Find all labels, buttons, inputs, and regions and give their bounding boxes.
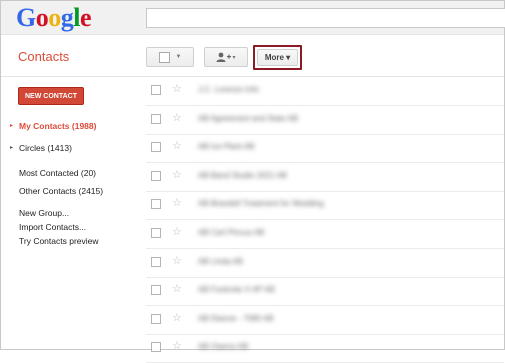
contact-row[interactable]: ☆ AB Brandell Treatment for Wedding bbox=[146, 191, 504, 221]
star-icon[interactable]: ☆ bbox=[172, 254, 182, 267]
contact-name[interactable]: AB Carl Pincus AB bbox=[198, 228, 264, 237]
contact-name[interactable]: AB Linda AB bbox=[198, 257, 243, 266]
row-checkbox[interactable] bbox=[151, 85, 161, 95]
row-checkbox[interactable] bbox=[151, 228, 161, 238]
expand-triangle-icon[interactable]: ▸ bbox=[10, 122, 13, 129]
row-checkbox[interactable] bbox=[151, 113, 161, 124]
row-checkbox[interactable] bbox=[151, 142, 161, 153]
star-icon[interactable]: ☆ bbox=[172, 311, 182, 324]
contact-name[interactable]: AB Brandell Treatment for Wedding bbox=[198, 199, 324, 208]
search-input[interactable] bbox=[146, 8, 505, 28]
contact-row[interactable]: ☆ AB Band Studio 2021 AB bbox=[146, 163, 504, 192]
google-logo[interactable]: Google bbox=[16, 3, 92, 32]
contact-row[interactable]: ☆ AB Linda AB bbox=[146, 249, 504, 278]
sidebar-item-my-contacts[interactable]: My Contacts (1988) bbox=[19, 121, 96, 131]
contact-name[interactable]: AB Footnote X AP AB bbox=[198, 285, 275, 294]
row-checkbox[interactable] bbox=[151, 199, 161, 210]
toolbar: Contacts ▼ ▾ More ▾ bbox=[1, 35, 504, 77]
logo-letter: o bbox=[48, 3, 61, 32]
star-icon[interactable]: ☆ bbox=[172, 139, 182, 152]
more-button[interactable]: More ▾ bbox=[253, 45, 302, 70]
contact-row[interactable]: ☆ J.C. Lorenzo Info bbox=[146, 77, 504, 106]
star-icon[interactable]: ☆ bbox=[172, 168, 182, 181]
star-icon[interactable]: ☆ bbox=[172, 111, 182, 124]
try-preview-link[interactable]: Try Contacts preview bbox=[19, 236, 99, 246]
import-contacts-link[interactable]: Import Contacts... bbox=[19, 222, 86, 232]
sidebar-item-circles[interactable]: Circles (1413) bbox=[19, 143, 72, 153]
contact-name[interactable]: AB Dianne - 7085 AB bbox=[198, 314, 274, 323]
sidebar-item-other-contacts[interactable]: Other Contacts (2415) bbox=[19, 186, 103, 196]
contact-name[interactable]: AB Agreement and Stats AB bbox=[198, 114, 298, 123]
contact-name[interactable]: AB Band Studio 2021 AB bbox=[198, 171, 287, 180]
new-group-link[interactable]: New Group... bbox=[19, 208, 69, 218]
chevron-down-icon: ▼ bbox=[175, 54, 182, 60]
logo-letter: o bbox=[35, 3, 49, 32]
chevron-down-icon: ▾ bbox=[232, 54, 236, 61]
star-icon[interactable]: ☆ bbox=[172, 225, 182, 238]
contact-row[interactable]: ☆ AB Carl Pincus AB bbox=[146, 220, 504, 249]
star-icon[interactable]: ☆ bbox=[172, 196, 182, 209]
expand-triangle-icon[interactable]: ▸ bbox=[10, 144, 13, 151]
row-checkbox[interactable] bbox=[151, 342, 161, 353]
row-checkbox[interactable] bbox=[151, 256, 161, 267]
star-icon[interactable]: ☆ bbox=[172, 282, 182, 295]
contact-row[interactable]: ☆ AB Ice Plant AB bbox=[146, 134, 504, 164]
star-icon[interactable]: ☆ bbox=[172, 339, 182, 352]
logo-letter: g bbox=[60, 3, 74, 32]
row-checkbox[interactable] bbox=[151, 313, 161, 324]
contact-row[interactable]: ☆ AB Dianne - 7085 AB bbox=[146, 306, 504, 335]
logo-letter: G bbox=[16, 3, 36, 32]
sidebar-item-most-contacted[interactable]: Most Contacted (20) bbox=[19, 168, 96, 178]
row-checkbox[interactable] bbox=[151, 170, 161, 181]
new-contact-button[interactable]: NEW CONTACT bbox=[18, 87, 84, 105]
star-icon[interactable]: ☆ bbox=[172, 82, 182, 95]
contact-name[interactable]: J.C. Lorenzo Info bbox=[198, 85, 259, 94]
contact-row[interactable]: ☆ AB Agreement and Stats AB bbox=[146, 106, 504, 135]
contact-name[interactable]: AB Ice Plant AB bbox=[198, 142, 254, 151]
checkbox-icon bbox=[158, 51, 170, 63]
more-button-label: More ▾ bbox=[257, 49, 298, 66]
contact-row[interactable]: ☆ AB Owens AB bbox=[146, 334, 504, 363]
logo-letter: e bbox=[79, 3, 92, 32]
top-bar: Google bbox=[1, 1, 505, 35]
app-title: Contacts bbox=[18, 49, 70, 64]
add-person-icon bbox=[216, 52, 232, 62]
logo-letter: l bbox=[73, 3, 80, 32]
contact-row[interactable]: ☆ AB Footnote X AP AB bbox=[146, 277, 504, 307]
contact-name[interactable]: AB Owens AB bbox=[198, 342, 248, 351]
row-checkbox[interactable] bbox=[151, 285, 161, 296]
add-to-group-button[interactable]: ▾ bbox=[204, 47, 248, 67]
select-all-button[interactable]: ▼ bbox=[146, 47, 194, 67]
